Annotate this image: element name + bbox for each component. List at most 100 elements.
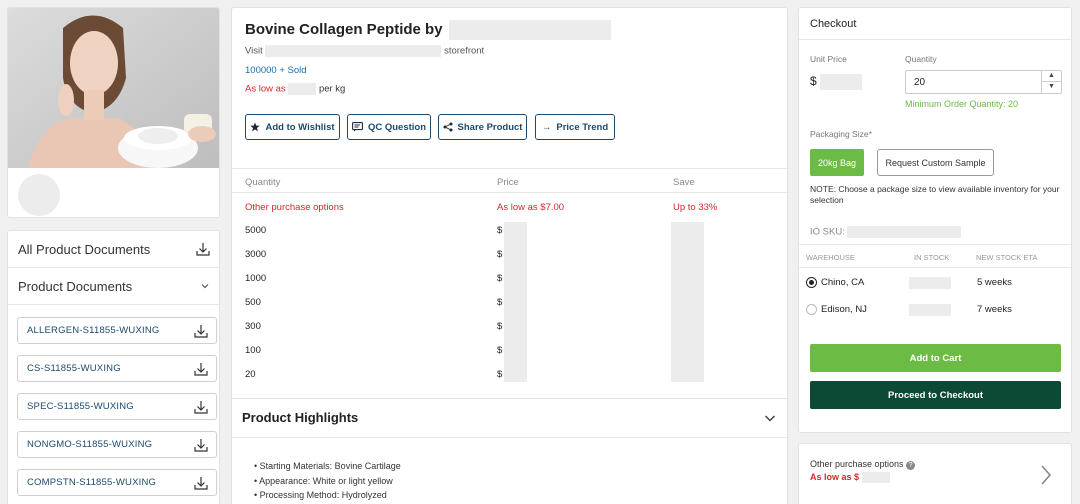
document-item[interactable]: ALLERGEN-S11855-WUXING — [17, 317, 217, 344]
highlight-text: Appearance: White or light yellow — [259, 475, 393, 486]
qc-question-button[interactable]: QC Question — [347, 114, 431, 140]
quantity-cell: 100 — [245, 345, 261, 356]
warehouse-eta: 7 weeks — [977, 304, 1012, 315]
product-highlights-title: Product Highlights — [242, 410, 359, 425]
arrow-right-icon: → — [541, 121, 552, 133]
warehouse-name: Chino, CA — [821, 277, 865, 288]
price-trend-button[interactable]: → Price Trend — [535, 114, 615, 140]
warehouse-name: Edison, NJ — [821, 304, 867, 315]
product-highlights-toggle[interactable]: Product Highlights — [232, 399, 789, 437]
checkout-card: Checkout Unit Price $ Quantity 20 ▲ ▼ Mi… — [798, 7, 1073, 433]
all-documents-label: All Product Documents — [18, 241, 151, 257]
redacted-unit-price — [820, 74, 863, 90]
document-name: COMPSTN-S11855-WUXING — [27, 477, 157, 488]
package-option-20kg-bag[interactable]: 20kg Bag — [810, 149, 864, 176]
unit-price-label: Unit Price — [810, 54, 847, 64]
price-cell: $ — [497, 369, 503, 380]
redacted-supplier-name — [448, 20, 611, 40]
document-name: NONGMO-S11855-WUXING — [27, 439, 153, 450]
highlight-text: Processing Method: Hydrolyzed — [259, 490, 387, 500]
list-item: • Starting Materials: Bovine Cartilage — [254, 461, 401, 471]
table-row: 500 $ — [232, 293, 789, 317]
new-stock-eta-header: NEW STOCK ETA — [976, 253, 1038, 262]
other-options-price: As low as $7.00 — [497, 202, 565, 213]
decrement-icon[interactable]: ▼ — [1042, 82, 1061, 92]
package-option-label: 20kg Bag — [817, 157, 857, 168]
download-icon[interactable] — [196, 242, 210, 256]
product-image — [8, 8, 219, 168]
other-options-title: Other purchase options ? — [810, 459, 916, 470]
list-item: • Processing Method: Hydrolyzed — [254, 490, 387, 500]
price-cell: $ — [497, 225, 503, 236]
warehouse-row-chino[interactable]: Chino, CA 5 weeks — [799, 271, 1073, 297]
redacted-other-price — [861, 472, 890, 484]
highlights-list: • Starting Materials: Bovine Cartilage •… — [254, 459, 401, 503]
document-item[interactable]: CS-S11855-WUXING — [17, 355, 217, 382]
product-details-card: Bovine Collagen Peptide by Visit storefr… — [231, 7, 789, 504]
product-documents-toggle[interactable]: Product Documents — [8, 268, 219, 305]
price-header: Price — [497, 177, 519, 188]
chevron-down-icon — [765, 415, 775, 422]
quantity-cell: 300 — [245, 321, 261, 332]
as-low-as-price: As low as per kg — [245, 83, 345, 95]
chevron-right-icon[interactable] — [1039, 464, 1053, 486]
download-icon[interactable] — [194, 438, 208, 452]
document-item[interactable]: COMPSTN-S11855-WUXING — [17, 469, 217, 496]
product-title: Bovine Collagen Peptide by — [245, 20, 611, 40]
quantity-label: Quantity — [905, 54, 937, 64]
price-cell: $ — [497, 249, 503, 260]
table-row: 300 $ — [232, 317, 789, 341]
io-sku: IO SKU: — [810, 226, 962, 238]
proceed-to-checkout-button[interactable]: Proceed to Checkout — [810, 381, 1061, 409]
document-item[interactable]: SPEC-S11855-WUXING — [17, 393, 217, 420]
increment-icon[interactable]: ▲ — [1042, 71, 1061, 82]
document-name: SPEC-S11855-WUXING — [27, 401, 134, 412]
add-to-wishlist-button[interactable]: Add to Wishlist — [245, 114, 340, 140]
redacted-sku — [847, 226, 962, 238]
qc-question-label: QC Question — [367, 121, 427, 133]
divider — [232, 192, 789, 193]
all-product-documents[interactable]: All Product Documents — [8, 231, 219, 268]
price-cell: $ — [497, 273, 503, 284]
as-low-as-label: As low as — [245, 83, 286, 95]
radio-unselected-icon[interactable] — [806, 304, 817, 315]
divider — [232, 168, 789, 169]
radio-selected-icon[interactable] — [806, 277, 817, 288]
price-cell: $ — [497, 321, 503, 332]
minimum-order-text: Minimum Order Quantity: 20 — [905, 99, 1019, 109]
document-name: CS-S11855-WUXING — [27, 363, 121, 374]
share-product-button[interactable]: Share Product — [438, 114, 527, 140]
redacted-stock — [909, 304, 951, 316]
quantity-input[interactable]: 20 ▲ ▼ — [905, 70, 1062, 94]
download-icon[interactable] — [194, 400, 208, 414]
add-to-cart-label: Add to Cart — [909, 352, 962, 364]
divider — [799, 244, 1073, 245]
quantity-cell: 3000 — [245, 249, 267, 260]
storefront-link[interactable]: Visit storefront — [245, 45, 484, 57]
add-to-wishlist-label: Add to Wishlist — [265, 121, 335, 133]
other-options-title-text: Other purchase options — [810, 459, 904, 469]
download-icon[interactable] — [194, 476, 208, 490]
share-product-label: Share Product — [457, 121, 523, 133]
other-purchase-options-card[interactable]: Other purchase options ? As low as $ — [798, 443, 1072, 504]
price-cell: $ — [497, 297, 503, 308]
quantity-value: 20 — [914, 77, 926, 88]
checkout-title: Checkout — [810, 18, 857, 30]
product-title-text: Bovine Collagen Peptide by — [245, 20, 443, 38]
other-options-row[interactable]: Other purchase options As low as $7.00 U… — [232, 198, 789, 222]
other-options-label: Other purchase options — [245, 202, 344, 213]
quantity-stepper[interactable]: ▲ ▼ — [1041, 71, 1061, 93]
document-item[interactable]: NONGMO-S11855-WUXING — [17, 431, 217, 458]
io-sku-label: IO SKU: — [810, 226, 845, 238]
table-row: 1000 $ — [232, 269, 789, 293]
download-icon[interactable] — [194, 362, 208, 376]
download-icon[interactable] — [194, 324, 208, 338]
redacted-storefront-name — [265, 45, 442, 57]
warehouse-row-edison[interactable]: Edison, NJ 7 weeks — [799, 298, 1073, 324]
quantity-cell: 500 — [245, 297, 261, 308]
add-to-cart-button[interactable]: Add to Cart — [810, 344, 1061, 372]
visit-suffix: storefront — [444, 45, 485, 57]
warehouse-eta: 5 weeks — [977, 277, 1012, 288]
request-custom-sample-button[interactable]: Request Custom Sample — [877, 149, 994, 176]
other-options-save: Up to 33% — [673, 202, 718, 213]
